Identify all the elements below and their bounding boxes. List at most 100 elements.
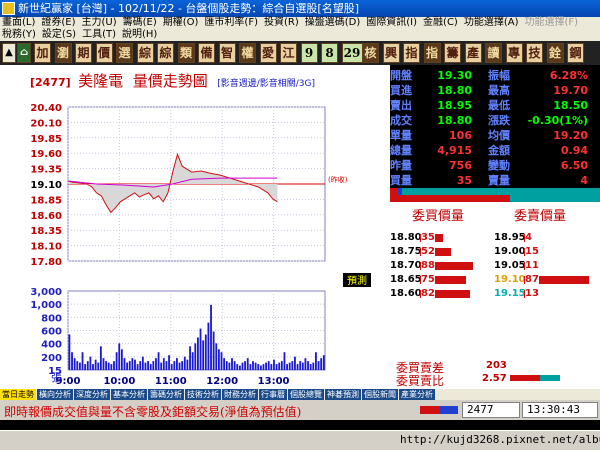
tab-6[interactable]: 財務分析 bbox=[222, 389, 258, 400]
toolbar-button[interactable]: 鋼 bbox=[567, 43, 584, 63]
menu-item[interactable]: 功能選擇(A) bbox=[464, 17, 519, 28]
toolbar-button[interactable]: 指 bbox=[403, 43, 420, 63]
quote-value: 18.50 bbox=[553, 99, 588, 112]
toolbar-button[interactable]: 銓 bbox=[546, 43, 564, 63]
menu-row-2: 稅務(Y) 設定(S) 工具(T) 說明(H) bbox=[2, 29, 163, 41]
menu-item[interactable]: 稅務(Y) bbox=[2, 29, 36, 40]
volume-bar bbox=[225, 361, 228, 370]
menu-item[interactable]: 國際資訊(I) bbox=[366, 17, 417, 28]
quote-row: 買進 18.80 最高 19.70 bbox=[390, 84, 600, 98]
menu-item[interactable]: 設定(S) bbox=[42, 29, 76, 40]
volume-bar bbox=[207, 322, 210, 370]
ask-qty: 13 bbox=[525, 288, 539, 300]
volume-bar bbox=[315, 352, 317, 370]
toolbar-button[interactable]: 29 bbox=[341, 43, 363, 63]
volume-bar bbox=[183, 356, 186, 370]
volume-bar bbox=[317, 361, 320, 370]
toolbar-button[interactable]: 指 bbox=[423, 43, 441, 63]
tab-9[interactable]: 神碁預測 bbox=[325, 389, 361, 400]
toolbar-button[interactable]: 技 bbox=[526, 43, 543, 63]
reference-price-tag: (昨收) bbox=[328, 175, 348, 184]
tab-4[interactable]: 籌碼分析 bbox=[148, 389, 184, 400]
volume-bar bbox=[105, 361, 108, 370]
toolbar-button[interactable]: 籌 bbox=[444, 43, 461, 63]
toolbar-button[interactable]: 備 bbox=[198, 43, 215, 63]
toolbar-button[interactable]: 江 bbox=[280, 43, 297, 63]
bid-title: 委買價量 bbox=[412, 209, 465, 224]
signal-red-icon bbox=[420, 406, 440, 414]
volume-bar bbox=[97, 362, 100, 370]
tab-10[interactable]: 個股新聞 bbox=[362, 389, 398, 400]
app-logo-icon bbox=[2, 2, 15, 15]
volume-bar bbox=[220, 352, 223, 370]
toolbar-button[interactable]: 智 bbox=[218, 43, 236, 63]
price-tick-label: 20.40 bbox=[30, 103, 62, 114]
bid-price: 18.80 bbox=[390, 232, 422, 243]
tab-2[interactable]: 深度分析 bbox=[74, 389, 110, 400]
tab-3[interactable]: 基本分析 bbox=[111, 389, 147, 400]
menu-item[interactable]: 籌碼(E) bbox=[123, 17, 157, 28]
ask-price: 18.95 bbox=[494, 232, 526, 243]
toolbar-button[interactable]: 加 bbox=[34, 43, 51, 63]
volume-bar bbox=[320, 358, 323, 370]
toolbar-button[interactable]: 9 bbox=[300, 43, 318, 63]
volume-bar bbox=[92, 364, 94, 370]
predict-label: 預測 bbox=[347, 274, 367, 287]
toolbar-button[interactable]: 類 bbox=[177, 43, 195, 63]
menu-item[interactable]: 匯市利率(F) bbox=[204, 17, 258, 28]
tab-8[interactable]: 個股總覽 bbox=[288, 389, 324, 400]
toolbar-button[interactable]: 興 bbox=[382, 43, 400, 63]
toolbar-button[interactable]: 核 bbox=[362, 43, 379, 63]
volume-bar bbox=[176, 358, 178, 370]
menu-item[interactable]: 投資(R) bbox=[264, 17, 299, 28]
volume-bar bbox=[267, 361, 270, 370]
volume-bar bbox=[294, 356, 296, 370]
toolbar-button[interactable]: 權 bbox=[239, 43, 256, 63]
quote-value: 19.70 bbox=[553, 84, 588, 97]
menu-item[interactable]: 期權(O) bbox=[163, 17, 199, 28]
price-tick-label: 18.85 bbox=[30, 195, 62, 206]
toolbar-prev-icon[interactable]: ▲ bbox=[2, 43, 16, 63]
volume-bar bbox=[173, 361, 176, 370]
toolbar-button[interactable]: 綜 bbox=[136, 43, 154, 63]
tab-1[interactable]: 橫向分析 bbox=[37, 389, 73, 400]
toolbar-button[interactable]: 瀏 bbox=[54, 43, 72, 63]
volume-bar bbox=[223, 358, 226, 370]
time-tick-label: 11:00 bbox=[155, 376, 187, 387]
menu-item[interactable]: 工具(T) bbox=[82, 29, 116, 40]
volume-bar bbox=[191, 352, 194, 370]
home-icon[interactable]: ⌂ bbox=[17, 43, 31, 63]
quote-row: 總量 4,915 金額 0.94 bbox=[390, 144, 600, 158]
toolbar-button[interactable]: 讀 bbox=[485, 43, 502, 63]
ask-qty: 87 bbox=[525, 274, 539, 286]
volume-bar bbox=[236, 364, 239, 370]
menu-item[interactable]: 證券(E) bbox=[41, 17, 75, 28]
tab-7[interactable]: 行事曆 bbox=[259, 389, 287, 400]
menu-item[interactable]: 說明(H) bbox=[122, 29, 157, 40]
toolbar-button[interactable]: 8 bbox=[321, 43, 338, 63]
volume-bar bbox=[84, 364, 87, 370]
window-title-bar: 新世紀贏家 [台灣] - 102/11/22 - 台盤個股走勢：綜合自選股[名望… bbox=[0, 0, 600, 17]
volume-bar bbox=[102, 358, 105, 370]
chart-title: 量價走勢圖 bbox=[132, 72, 208, 90]
quote-label: 單量 bbox=[390, 129, 412, 142]
menu-item[interactable]: 主力(U) bbox=[82, 17, 117, 28]
menu-item[interactable]: 操盤選碼(D) bbox=[305, 17, 361, 28]
toolbar-button[interactable]: 產 bbox=[464, 43, 482, 63]
quote-panel: 開盤 19.30 振幅 6.28% 買進 18.80 最高 19.70 賣出 18.95 最低 18.… bbox=[390, 65, 600, 190]
menu-item[interactable]: 畫面(L) bbox=[2, 17, 35, 28]
toolbar-button[interactable]: 選 bbox=[116, 43, 133, 63]
volume-unit-label: 張 bbox=[51, 371, 62, 384]
stock-code-input[interactable]: 2477 bbox=[462, 402, 520, 418]
tab-5[interactable]: 技術分析 bbox=[185, 389, 221, 400]
tab-0[interactable]: 當日走勢 bbox=[0, 389, 36, 400]
tab-11[interactable]: 產業分析 bbox=[399, 389, 435, 400]
toolbar-button[interactable]: 愛 bbox=[259, 43, 277, 63]
toolbar-button[interactable]: 價 bbox=[95, 43, 113, 63]
volume-bar bbox=[280, 361, 283, 370]
toolbar-button[interactable]: 綜 bbox=[157, 43, 174, 63]
toolbar-button[interactable]: 期 bbox=[75, 43, 92, 63]
toolbar-button[interactable]: 專 bbox=[505, 43, 523, 63]
menu-item[interactable]: 金融(C) bbox=[423, 17, 458, 28]
volume-bar bbox=[286, 364, 288, 370]
